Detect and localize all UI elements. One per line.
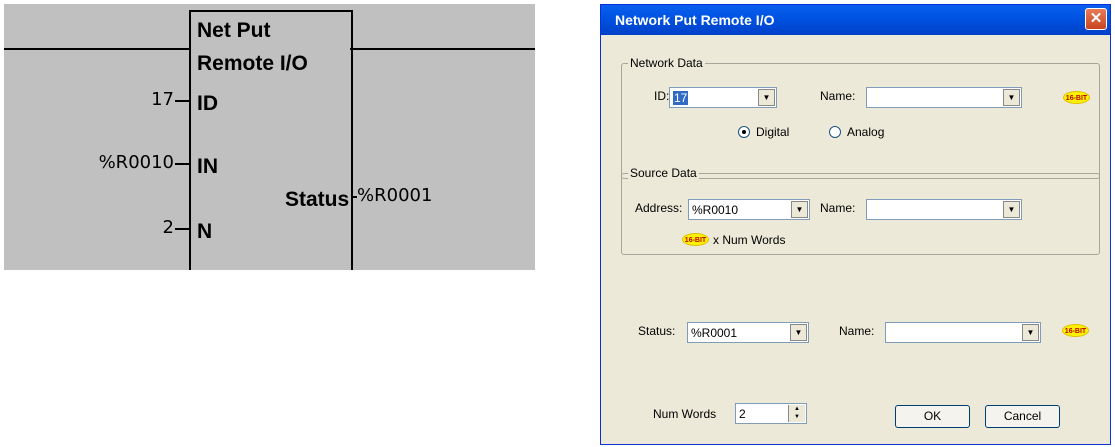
chevron-down-icon[interactable]: ▼ [758,89,775,106]
16-bit-badge-icon: 16-BIT [1063,91,1090,104]
chevron-down-icon[interactable]: ▼ [1003,201,1020,218]
address-value: %R0010 [692,203,739,217]
close-icon[interactable]: ✕ [1085,8,1107,30]
dialog-title: Network Put Remote I/O [615,12,775,28]
chevron-down-icon[interactable]: ▼ [1022,324,1039,341]
cancel-button[interactable]: Cancel [985,405,1060,428]
source-name-combo[interactable]: ▼ [866,199,1022,220]
digital-label[interactable]: Digital [756,125,789,139]
status-combo[interactable]: %R0001 ▼ [687,322,809,343]
status-combo-value: %R0001 [691,326,738,340]
n-value[interactable]: 2 [104,217,174,239]
in-value[interactable]: %R0010 [64,152,174,174]
16-bit-badge-icon: 16-BIT [682,233,709,246]
status-name-combo[interactable]: ▼ [885,322,1041,343]
source-name-label: Name: [820,201,856,215]
id-combo-value: 17 [673,91,689,105]
network-data-legend: Network Data [628,56,705,70]
pin-status-label: Status [285,188,350,211]
pin-n-label: N [197,220,213,243]
id-label: ID: [654,89,670,103]
network-data-group: Network Data ID: 17 ▼ Name: ▼ 16-BIT Dig… [621,56,1100,179]
16-bit-badge-icon: 16-BIT [1062,324,1089,337]
source-data-group: Source Data Address: %R0010 ▼ Name: ▼ 16… [621,166,1100,255]
chevron-down-icon[interactable]: ▼ [1003,89,1020,106]
source-data-legend: Source Data [628,166,699,180]
num-words-label: Num Words [653,407,717,421]
num-words-note: x Num Words [713,233,786,247]
id-wire [175,100,189,102]
ok-button[interactable]: OK [895,405,970,428]
n-wire [175,228,189,230]
block-title-line2: Remote I/O [197,52,308,75]
ladder-diagram: Net Put Remote I/O ID IN N Status 17 %R0… [4,4,535,270]
status-label: Status: [638,324,676,338]
analog-radio[interactable] [829,126,841,138]
address-label: Address: [635,201,683,215]
id-value[interactable]: 17 [104,89,174,111]
pin-id-label: ID [197,92,218,115]
pin-in-label: IN [197,155,218,178]
num-words-value: 2 [739,407,746,421]
address-combo[interactable]: %R0010 ▼ [688,199,810,220]
right-rung-line [350,48,535,50]
status-value[interactable]: %R0001 [357,185,457,207]
network-put-dialog: Network Put Remote I/O ✕ Network Data ID… [600,4,1111,445]
function-block[interactable]: Net Put Remote I/O ID IN N Status [189,10,353,270]
status-name-label: Name: [839,324,875,338]
dialog-titlebar[interactable]: Network Put Remote I/O ✕ [601,5,1110,35]
chevron-down-icon[interactable]: ▼ [791,201,808,218]
id-combo[interactable]: 17 ▼ [669,87,777,108]
spinner-arrows-icon[interactable]: ▲ ▼ [788,405,805,422]
network-name-label: Name: [820,89,856,103]
in-wire [175,163,189,165]
block-title-line1: Net Put [197,19,271,42]
network-name-combo[interactable]: ▼ [866,87,1022,108]
left-rung-line [4,48,190,50]
analog-label[interactable]: Analog [847,125,884,139]
num-words-spinner[interactable]: 2 ▲ ▼ [735,403,807,424]
chevron-down-icon[interactable]: ▼ [790,324,807,341]
digital-radio[interactable] [738,126,750,138]
